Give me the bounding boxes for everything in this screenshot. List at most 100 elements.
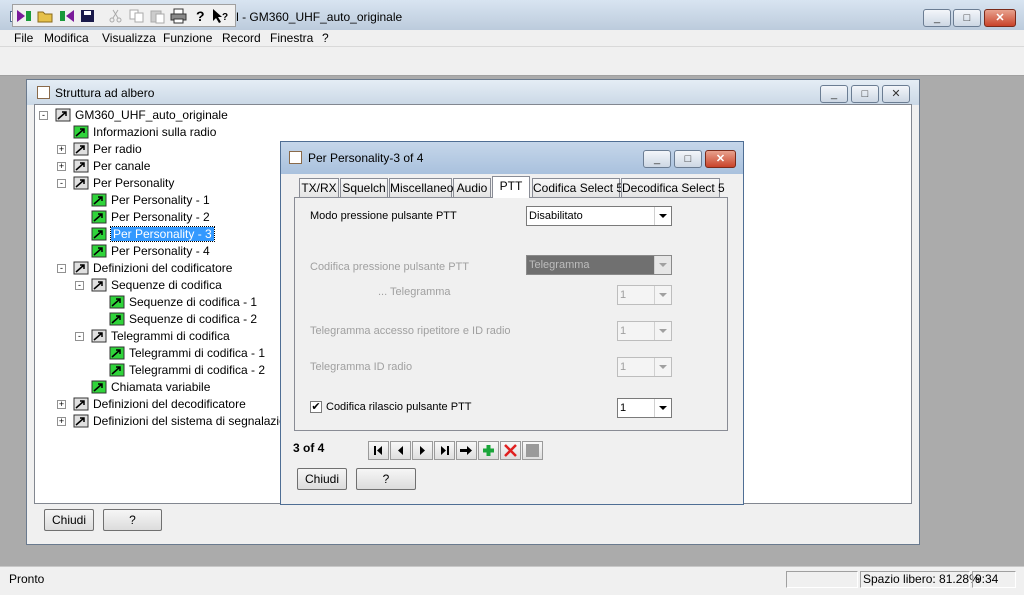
dialog-minimize-button[interactable]: _ [643, 150, 671, 168]
collapse-icon[interactable]: - [75, 332, 84, 341]
ptt-tab-panel [294, 197, 728, 431]
paste-icon [149, 8, 166, 24]
tree-node[interactable]: Per Personality - 3 [110, 226, 215, 243]
tree-node[interactable]: Definizioni del decodificatore [93, 396, 246, 413]
cut-icon [107, 8, 124, 24]
dialog-maximize-button[interactable]: □ [674, 150, 702, 168]
expand-icon[interactable]: + [57, 417, 66, 426]
tree-node[interactable]: Telegrammi di codifica [111, 328, 230, 345]
tree-close-button[interactable]: ✕ [882, 85, 910, 103]
tree-node[interactable]: Informazioni sulla radio [93, 124, 216, 141]
chevron-down-icon [654, 256, 671, 274]
modo-select[interactable]: Disabilitato [526, 206, 672, 226]
tree-node[interactable]: Sequenze di codifica - 2 [129, 311, 257, 328]
tree-node-label: Per Personality [93, 176, 175, 190]
tree-node[interactable]: Per radio [93, 141, 142, 158]
tree-node-icon [73, 414, 89, 428]
menu-modifica[interactable]: Modifica [44, 31, 89, 45]
tree-node[interactable]: Telegrammi di codifica - 2 [129, 362, 265, 379]
tree-node-label: Definizioni del sistema di segnalazione [93, 414, 300, 428]
dialog-help-button[interactable]: ? [356, 468, 416, 490]
tree-node-label: Per Personality - 2 [111, 210, 210, 224]
tree-node[interactable]: Per canale [93, 158, 150, 175]
tree-node-icon [91, 227, 107, 241]
menu-finestra[interactable]: Finestra [270, 31, 313, 45]
tree-node[interactable]: Telegrammi di codifica - 1 [129, 345, 265, 362]
id-radio-select: 1 [617, 357, 672, 377]
collapse-icon[interactable]: - [39, 111, 48, 120]
tab-miscellaneo[interactable]: Miscellaneo [389, 178, 453, 197]
tab-audio[interactable]: Audio [453, 178, 491, 197]
print-icon[interactable] [170, 8, 187, 24]
tree-node-label: Definizioni del codificatore [93, 261, 233, 275]
open-folder-icon[interactable] [37, 8, 54, 24]
tree-node-icon [73, 261, 89, 275]
tab-codifica-select5[interactable]: Codifica Select 5 [532, 178, 623, 197]
status-time: 9:34 [972, 571, 1016, 588]
next-record-icon[interactable] [412, 441, 433, 460]
accesso-label: Telegramma accesso ripetitore e ID radio [310, 325, 511, 337]
copy-icon [128, 8, 145, 24]
context-help-icon[interactable]: ? [212, 8, 229, 24]
tree-node[interactable]: Definizioni del codificatore [93, 260, 232, 277]
tree-node-label: Informazioni sulla radio [93, 125, 217, 139]
maximize-button[interactable]: □ [953, 9, 981, 27]
help-icon[interactable]: ? [191, 8, 208, 24]
tab-txrx[interactable]: TX/RX [299, 178, 339, 197]
add-record-icon[interactable] [478, 441, 499, 460]
tree-node[interactable]: Sequenze di codifica [111, 277, 222, 294]
tree-node-label: Sequenze di codifica - 2 [129, 312, 258, 326]
minimize-button[interactable]: _ [923, 9, 951, 27]
tab-decodifica-select5[interactable]: Decodifica Select 5 [621, 178, 725, 197]
rilascio-checkbox[interactable]: ✔ [310, 401, 322, 413]
collapse-icon[interactable]: - [57, 179, 66, 188]
previous-record-icon[interactable] [390, 441, 411, 460]
close-button[interactable]: ✕ [984, 9, 1016, 27]
tree-help-button[interactable]: ? [103, 509, 162, 531]
tree-node[interactable]: Chiamata variabile [111, 379, 210, 396]
tree-node-label: Sequenze di codifica - 1 [129, 295, 258, 309]
open-radio-icon[interactable] [16, 8, 33, 24]
menu-visualizza[interactable]: Visualizza [102, 31, 156, 45]
dialog-close-window-button[interactable]: Chiudi [297, 468, 347, 490]
codifica-label: Codifica pressione pulsante PTT [310, 261, 469, 273]
tree-node-icon [91, 244, 107, 258]
tree-node[interactable]: Sequenze di codifica - 1 [129, 294, 257, 311]
delete-record-icon[interactable] [500, 441, 521, 460]
tree-node-icon [73, 176, 89, 190]
tree-node-icon [109, 295, 125, 309]
tree-node-icon [73, 397, 89, 411]
tree-node[interactable]: Per Personality - 4 [111, 243, 210, 260]
collapse-icon[interactable]: - [57, 264, 66, 273]
tree-node[interactable]: Per Personality - 1 [111, 192, 210, 209]
last-record-icon[interactable] [434, 441, 455, 460]
dialog-close-button[interactable]: ✕ [705, 150, 736, 168]
tree-close-window-button[interactable]: Chiudi [44, 509, 94, 531]
menu-bar: File Modifica Visualizza Funzione Record… [0, 30, 1024, 46]
first-record-icon[interactable] [368, 441, 389, 460]
tree-maximize-button[interactable]: □ [851, 85, 879, 103]
save-icon[interactable] [79, 8, 96, 24]
collapse-icon[interactable]: - [75, 281, 84, 290]
tree-node[interactable]: Per Personality - 2 [111, 209, 210, 226]
expand-icon[interactable]: + [57, 400, 66, 409]
menu-funzione[interactable]: Funzione [163, 31, 212, 45]
rilascio-select[interactable]: 1 [617, 398, 672, 418]
menu-record[interactable]: Record [222, 31, 261, 45]
menu-file[interactable]: File [14, 31, 33, 45]
tree-node[interactable]: Definizioni del sistema di segnalazione [93, 413, 299, 430]
expand-icon[interactable]: + [57, 145, 66, 154]
tree-node[interactable]: Per Personality [93, 175, 174, 192]
chevron-down-icon [654, 286, 671, 304]
tree-node[interactable]: GM360_UHF_auto_originale [75, 107, 228, 124]
goto-record-icon[interactable] [456, 441, 477, 460]
tree-minimize-button[interactable]: _ [820, 85, 848, 103]
menu-help[interactable]: ? [322, 31, 329, 45]
tree-node-icon [55, 108, 71, 122]
chevron-down-icon [654, 322, 671, 340]
write-radio-icon[interactable] [58, 8, 75, 24]
tab-ptt[interactable]: PTT [492, 176, 530, 198]
expand-icon[interactable]: + [57, 162, 66, 171]
tab-squelch[interactable]: Squelch [340, 178, 388, 197]
telegramma-label: ... Telegramma [378, 286, 451, 298]
